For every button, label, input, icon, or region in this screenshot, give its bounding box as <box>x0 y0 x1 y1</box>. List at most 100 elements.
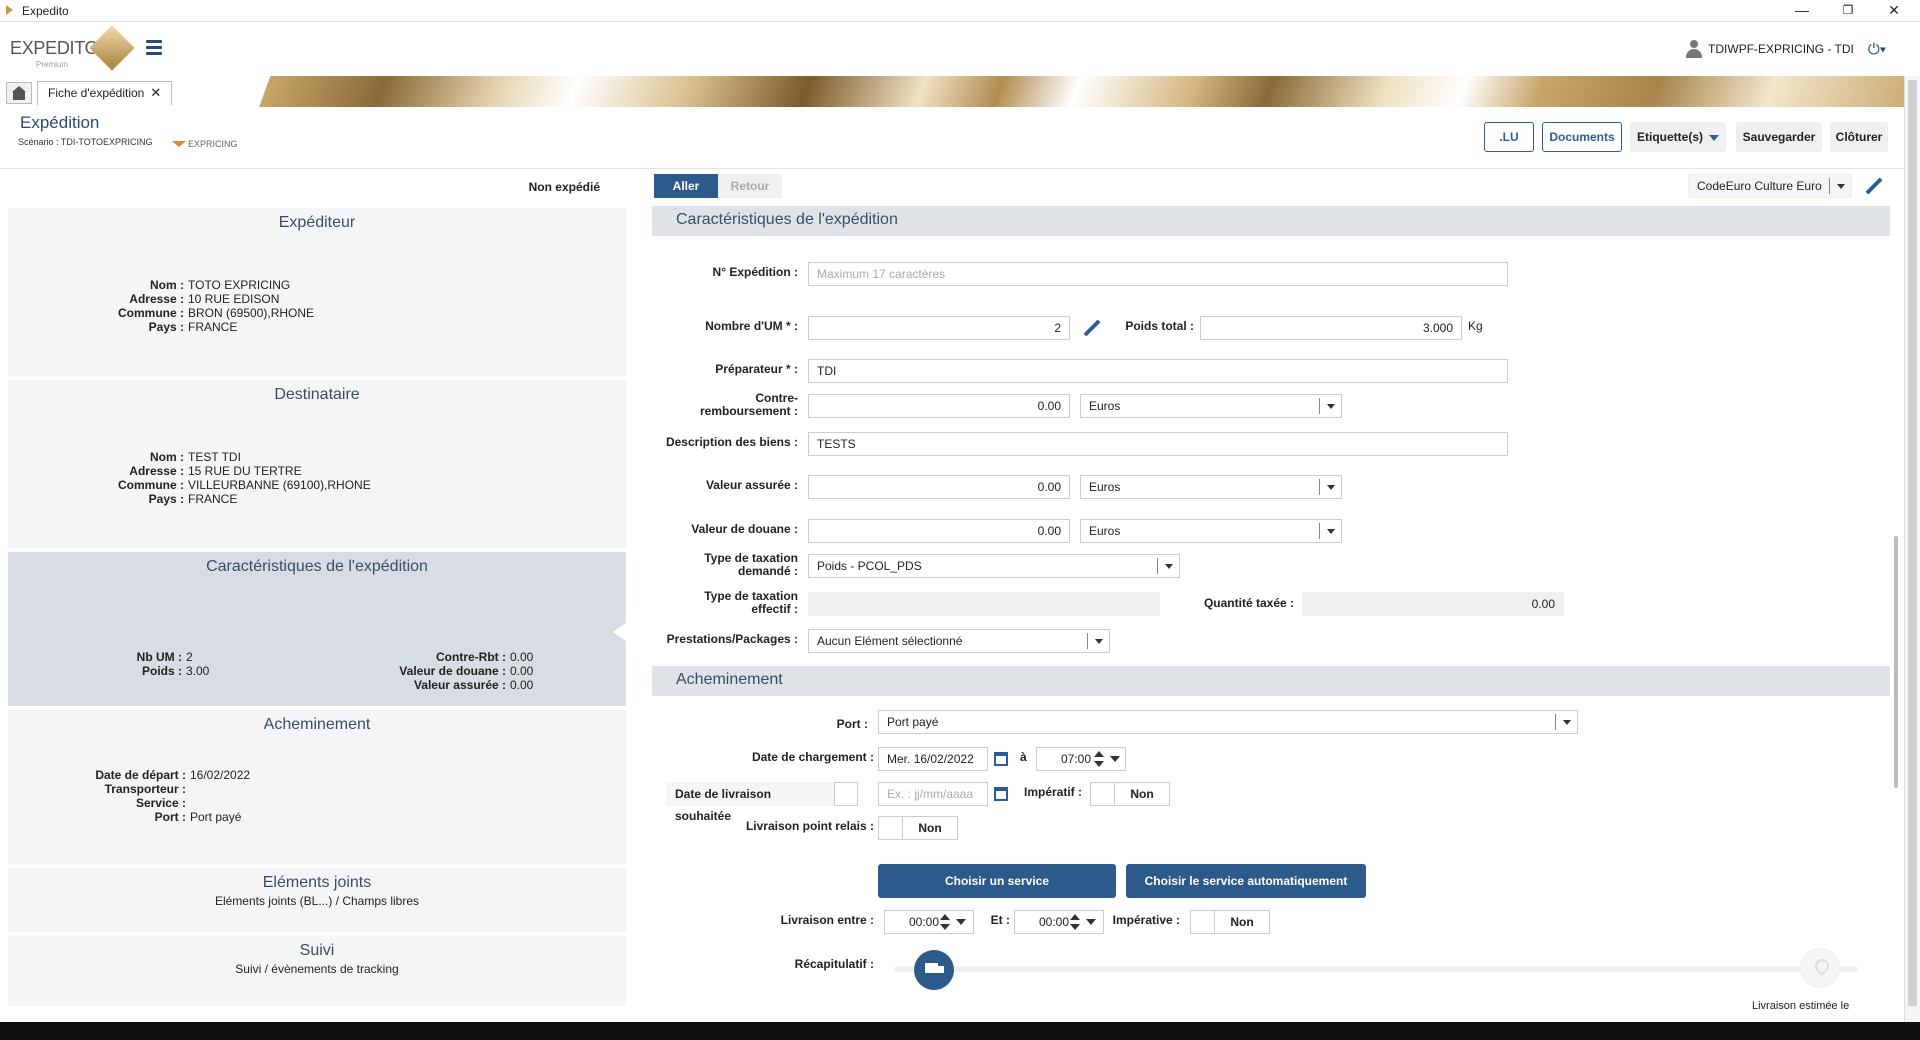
documents-button[interactable]: Documents <box>1542 122 1622 152</box>
title-bar: Expedito — ❐ ✕ <box>0 0 1920 22</box>
card-caracteristiques[interactable]: Caractéristiques de l'expédition Nb UM :… <box>8 552 627 706</box>
no-expedition-input[interactable]: Maximum 17 caractères <box>808 262 1508 286</box>
nombre-um-input[interactable]: 2 <box>808 316 1070 340</box>
maximize-button[interactable]: ❐ <box>1826 0 1870 22</box>
expedito-logo: EXPEDITO Premium <box>10 25 135 72</box>
chevron-down-icon <box>1709 134 1719 141</box>
kv-row: Contre-Rbt :0.00 <box>436 650 534 664</box>
point-relais-toggle[interactable]: Non <box>878 816 958 840</box>
close-shipment-button[interactable]: Clôturer <box>1830 122 1888 152</box>
taxation-effectif-label: Type de taxation effectif : <box>704 589 798 616</box>
minimize-button[interactable]: — <box>1780 0 1824 22</box>
chevron-down-icon <box>1319 523 1341 539</box>
poids-total-input[interactable]: 3.000 <box>1200 316 1462 340</box>
lu-button[interactable]: .LU <box>1484 122 1534 152</box>
imperatif-toggle[interactable]: Non <box>1090 782 1170 806</box>
preparateur-input[interactable]: TDI <box>808 359 1508 383</box>
prestations-label: Prestations/Packages : <box>666 632 798 646</box>
card-elements-joints[interactable]: Eléments joints Eléments joints (BL...) … <box>8 868 626 932</box>
menu-icon[interactable] <box>146 40 162 58</box>
app-window: Expedito — ❐ ✕ EXPEDITO Premium TDIWPF-E… <box>0 0 1920 1040</box>
status-badge: Non expédié <box>528 180 600 194</box>
port-select[interactable]: Port payé <box>878 710 1578 734</box>
valeur-douane-input[interactable]: 0.00 <box>808 519 1070 543</box>
date-livraison-input[interactable]: Ex. : jj/mm/aaaa <box>878 782 988 806</box>
profile-select[interactable]: CodeEuro Culture Euro <box>1688 174 1852 198</box>
etiquettes-button[interactable]: Etiquette(s) <box>1630 122 1726 152</box>
section-caracteristiques: Caractéristiques de l'expédition <box>652 206 1890 236</box>
close-tab-icon[interactable]: ✕ <box>150 85 161 100</box>
window-bottom-border <box>0 1022 1920 1040</box>
chevron-down-icon <box>1555 714 1577 730</box>
window-scrollbar[interactable] <box>1904 76 1920 1022</box>
retour-toggle[interactable]: Retour <box>718 174 782 198</box>
card-subtitle: Suivi / évènements de tracking <box>235 962 399 976</box>
livraison-entre-label: Livraison entre : <box>780 913 874 927</box>
valeur-assuree-currency-select[interactable]: Euros <box>1080 475 1342 499</box>
card-expediteur[interactable]: Expéditeur Nom : TOTO EXPRICING Adresse :… <box>8 208 626 376</box>
home-icon[interactable] <box>6 82 32 104</box>
description-input[interactable]: TESTS <box>808 432 1508 456</box>
card-destinataire[interactable]: Destinataire Nom : TEST TDI Adresse :15 R… <box>8 380 626 548</box>
point-relais-label: Livraison point relais : <box>745 819 874 833</box>
form-scrollbar[interactable] <box>1894 210 1900 1000</box>
valeur-douane-currency-select[interactable]: Euros <box>1080 519 1342 543</box>
kv-row: Pays : FRANCE <box>148 320 238 334</box>
quantite-taxee-label: Quantité taxée : <box>1203 596 1294 610</box>
prestations-select[interactable]: Aucun Elément sélectionné <box>808 629 1110 653</box>
calendar-icon[interactable] <box>994 752 1008 766</box>
tab-fiche-expedition[interactable]: Fiche d'expédition ✕ <box>37 81 173 105</box>
kv-row: Pays : FRANCE <box>148 492 238 506</box>
imperative-toggle[interactable]: Non <box>1190 910 1270 934</box>
date-chargement-input[interactable]: Mer. 16/02/2022 <box>878 747 988 771</box>
time-spinner-icon[interactable] <box>938 912 952 932</box>
user-icon <box>1686 40 1703 58</box>
date-chargement-label: Date de chargement : <box>751 750 874 764</box>
no-expedition-label: N° Expédition : <box>712 265 798 279</box>
edit-profile-icon[interactable] <box>1865 177 1883 195</box>
time-spinner-icon[interactable] <box>1092 749 1106 769</box>
contre-remb-currency-select[interactable]: Euros <box>1080 394 1342 418</box>
truck-icon[interactable] <box>914 950 954 990</box>
card-suivi[interactable]: Suivi Suivi / évènements de tracking <box>8 936 626 1006</box>
calendar-icon[interactable] <box>994 787 1008 801</box>
logo-text: EXPEDITO <box>10 38 99 58</box>
card-acheminement[interactable]: Acheminement Date de départ :16/02/2022 … <box>8 710 626 864</box>
time-spinner-icon[interactable] <box>1068 912 1082 932</box>
contre-remb-input[interactable]: 0.00 <box>808 394 1070 418</box>
nombre-um-label: Nombre d'UM * : <box>705 319 798 333</box>
kv-row: Transporteur : <box>104 782 186 796</box>
preparateur-label: Préparateur * : <box>715 362 798 376</box>
a-label: à <box>1020 750 1027 764</box>
tab-label: Fiche d'expédition <box>48 86 145 100</box>
valeur-douane-label: Valeur de douane : <box>691 522 798 536</box>
logo-diamond-icon <box>89 25 135 71</box>
choisir-service-button[interactable]: Choisir un service <box>878 864 1116 898</box>
kv-row: Poids :3.00 <box>141 664 210 678</box>
card-title: Suivi <box>299 942 335 959</box>
power-icon[interactable]: ⏻▾ <box>1868 41 1886 58</box>
chevron-down-icon[interactable] <box>954 912 968 932</box>
save-button[interactable]: Sauvegarder <box>1736 122 1822 152</box>
date-livraison-checkbox[interactable] <box>834 782 858 806</box>
close-window-button[interactable]: ✕ <box>1872 0 1916 22</box>
kv-row: Service : <box>135 796 186 810</box>
carrier-logo: EXPRICING <box>172 139 238 149</box>
chevron-down-icon[interactable] <box>1108 749 1122 769</box>
valeur-assuree-input[interactable]: 0.00 <box>808 475 1070 499</box>
user-menu[interactable]: TDIWPF-EXPRICING - TDI ⏻▾ <box>1686 40 1886 58</box>
port-label: Port : <box>836 717 868 731</box>
kv-row: Nom : TOTO EXPRICING <box>150 278 291 292</box>
chevron-down-icon <box>1829 178 1851 194</box>
taxation-demandee-select[interactable]: Poids - PCOL_PDS <box>808 554 1180 578</box>
chevron-down-icon[interactable] <box>1084 912 1098 932</box>
card-subtitle: Eléments joints (BL...) / Champs libres <box>214 894 420 908</box>
kv-row: Port : Port payé <box>154 810 242 824</box>
edit-um-icon[interactable] <box>1083 319 1101 337</box>
choisir-service-auto-button[interactable]: Choisir le service automatiquement <box>1126 864 1366 898</box>
contre-remb-label: Contre-remboursement : <box>699 391 798 418</box>
aller-toggle[interactable]: Aller <box>654 174 718 198</box>
valeur-assuree-label: Valeur assurée : <box>705 478 798 492</box>
imperatif-label: Impératif : <box>1023 785 1082 799</box>
taxation-effectif-input <box>808 592 1160 616</box>
